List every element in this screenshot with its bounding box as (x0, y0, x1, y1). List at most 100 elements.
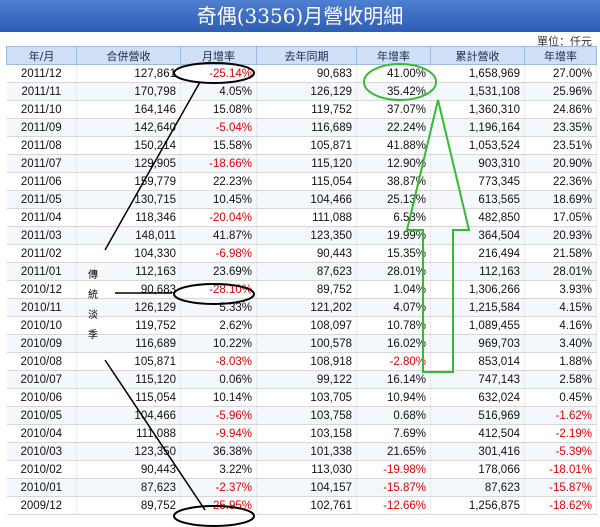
month-cell: 2011/02 (6, 244, 77, 263)
value-cell: -5.96% (180, 406, 257, 425)
value-cell: 23.69% (180, 262, 257, 281)
table-row: 2010/04 111,088 -9.94% 103,158 7.69% 412,504-… (6, 424, 597, 443)
annotation-char: 傳 (88, 270, 98, 281)
column-header: 月增率 (180, 46, 257, 65)
value-cell: 24.86% (524, 100, 597, 119)
value-cell: 903,310 (430, 154, 525, 173)
month-cell: 2011/01 (6, 262, 77, 281)
value-cell: 773,345 (430, 172, 525, 191)
value-cell: 1,360,310 (430, 100, 525, 119)
value-cell: 27.00% (524, 64, 597, 83)
value-cell: -25.14% (180, 64, 257, 83)
month-cell: 2011/05 (6, 190, 77, 209)
page-title: 奇偶(3356)月營收明細 (0, 0, 600, 32)
value-cell: 115,120 (256, 154, 357, 173)
value-cell: 101,338 (256, 442, 357, 461)
table-row: 2011/04 118,346 -20.04% 111,088 6.53% 482,850… (6, 208, 597, 227)
value-cell: 41.88% (356, 136, 431, 155)
table-row: 2010/06 115,054 10.14% 103,705 10.94% 632,024… (6, 388, 597, 407)
value-cell: 103,158 (256, 424, 357, 443)
table-row: 2010/03 123,350 36.38% 101,338 21.65% 301,416… (6, 442, 597, 461)
value-cell: 104,466 (76, 406, 181, 425)
value-cell: 6.53% (356, 208, 431, 227)
annotation-char: 淡 (88, 310, 98, 321)
table-row: 2010/01 87,623 -2.37% 104,157 -15.87% 87,623-… (6, 478, 597, 497)
value-cell: -1.62% (524, 406, 597, 425)
month-cell: 2011/08 (6, 136, 77, 155)
value-cell: 0.68% (356, 406, 431, 425)
value-cell: 2.58% (524, 370, 597, 389)
value-cell: 105,871 (76, 352, 181, 371)
value-cell: 969,703 (430, 334, 525, 353)
value-cell: -2.80% (356, 352, 431, 371)
value-cell: 126,129 (256, 82, 357, 101)
value-cell: 1,053,524 (430, 136, 525, 155)
value-cell: 89,752 (256, 280, 357, 299)
value-cell: -18.62% (524, 496, 597, 515)
value-cell: 1,215,584 (430, 298, 525, 317)
value-cell: 123,350 (256, 226, 357, 245)
value-cell: 37.07% (356, 100, 431, 119)
value-cell: 2.62% (180, 316, 257, 335)
table-row: 2011/09 142,640 -5.04% 116,689 22.24% 1,196,1… (6, 118, 597, 137)
value-cell: 119,752 (256, 100, 357, 119)
value-cell: 16.02% (356, 334, 431, 353)
value-cell: 747,143 (430, 370, 525, 389)
column-header: 年增率 (524, 46, 597, 65)
month-cell: 2011/09 (6, 118, 77, 137)
value-cell: 20.90% (524, 154, 597, 173)
month-cell: 2010/06 (6, 388, 77, 407)
value-cell: 18.69% (524, 190, 597, 209)
month-cell: 2011/07 (6, 154, 77, 173)
table-row: 2009/12 89,752 -25.95% 102,761 -12.66% 1,256,… (6, 496, 597, 515)
value-cell: 1,306,266 (430, 280, 525, 299)
value-cell: 164,146 (76, 100, 181, 119)
value-cell: -6.98% (180, 244, 257, 263)
value-cell: 41.87% (180, 226, 257, 245)
value-cell: 142,640 (76, 118, 181, 137)
value-cell: 4.15% (524, 298, 597, 317)
month-cell: 2010/02 (6, 460, 77, 479)
value-cell: -5.39% (524, 442, 597, 461)
value-cell: 0.45% (524, 388, 597, 407)
value-cell: 90,443 (76, 460, 181, 479)
value-cell: -2.19% (524, 424, 597, 443)
value-cell: 16.14% (356, 370, 431, 389)
value-cell: 22.36% (524, 172, 597, 191)
table-header-row: 年/月 合併營收 月增率 去年同期 年增率 累計營收 年增率 (6, 46, 597, 65)
value-cell: 87,623 (76, 478, 181, 497)
value-cell: 108,918 (256, 352, 357, 371)
value-cell: 1.04% (356, 280, 431, 299)
value-cell: 10.94% (356, 388, 431, 407)
month-cell: 2009/12 (6, 496, 77, 515)
value-cell: 35.42% (356, 82, 431, 101)
month-cell: 2010/04 (6, 424, 77, 443)
value-cell: -15.87% (356, 478, 431, 497)
month-cell: 2010/10 (6, 316, 77, 335)
table-row: 2011/12 127,861 -25.14% 90,683 41.00% 1,658,9… (6, 64, 597, 83)
value-cell: 15.35% (356, 244, 431, 263)
value-cell: 482,850 (430, 208, 525, 227)
value-cell: 10.78% (356, 316, 431, 335)
value-cell: 3.93% (524, 280, 597, 299)
value-cell: 105,871 (256, 136, 357, 155)
month-cell: 2010/01 (6, 478, 77, 497)
value-cell: 412,504 (430, 424, 525, 443)
value-cell: 4.05% (180, 82, 257, 101)
value-cell: 104,330 (76, 244, 181, 263)
value-cell: -8.03% (180, 352, 257, 371)
value-cell: 1,256,875 (430, 496, 525, 515)
value-cell: 103,758 (256, 406, 357, 425)
value-cell: 111,088 (76, 424, 181, 443)
value-cell: 4.16% (524, 316, 597, 335)
value-cell: 115,120 (76, 370, 181, 389)
value-cell: 12.90% (356, 154, 431, 173)
column-header: 年/月 (6, 46, 77, 65)
column-header: 合併營收 (76, 46, 181, 65)
value-cell: 100,578 (256, 334, 357, 353)
column-header: 年增率 (356, 46, 431, 65)
value-cell: 21.58% (524, 244, 597, 263)
value-cell: -15.87% (524, 478, 597, 497)
value-cell: 23.35% (524, 118, 597, 137)
month-cell: 2011/03 (6, 226, 77, 245)
